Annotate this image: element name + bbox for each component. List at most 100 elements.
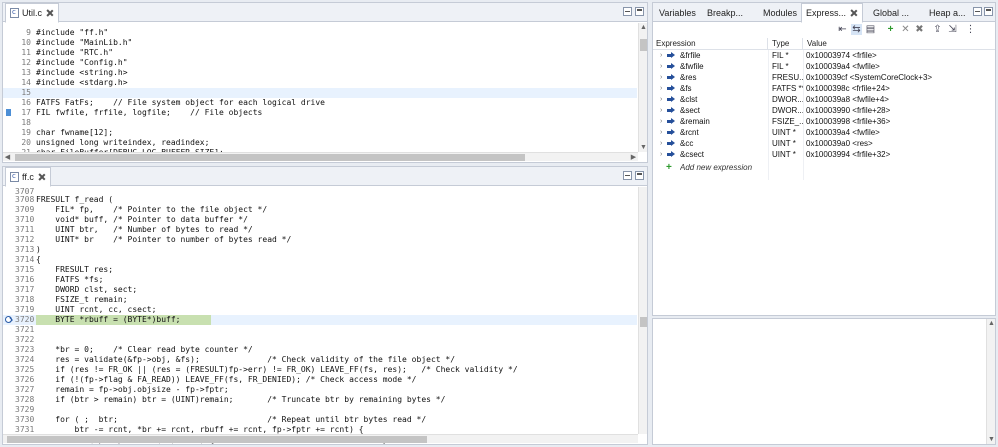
tab-modules[interactable]: Modules xyxy=(759,3,801,22)
tab-ff-c[interactable]: ff.c xyxy=(5,167,51,187)
scroll-down-icon[interactable]: ▼ xyxy=(987,435,995,444)
close-icon[interactable] xyxy=(46,9,54,17)
expression-row[interactable]: › &remain FSIZE_... 0x10003998 <frfile+36> xyxy=(653,116,995,127)
expand-icon[interactable]: › xyxy=(660,105,662,116)
expand-icon[interactable]: › xyxy=(660,149,662,160)
horizontal-scrollbar[interactable]: ◀ ▶ xyxy=(3,152,638,161)
expand-icon[interactable]: › xyxy=(660,50,662,61)
minimize-icon[interactable] xyxy=(973,7,982,16)
pointer-variable-icon xyxy=(667,129,675,135)
tab-global-variables[interactable]: Global ... xyxy=(869,3,913,22)
current-execution-line: 3720 BYTE *rbuff = (BYTE*)buff; xyxy=(3,315,637,325)
minimize-icon[interactable] xyxy=(623,171,632,180)
expression-row[interactable]: › &fwfile FIL * 0x100039a4 <fwfile> xyxy=(653,61,995,72)
add-new-expression[interactable]: + Add new expression xyxy=(653,162,995,173)
pointer-variable-icon xyxy=(667,74,675,80)
scroll-thumb[interactable] xyxy=(7,436,427,443)
editor-tabbar-top: Util.c xyxy=(3,3,647,23)
col-expression[interactable]: Expression xyxy=(653,38,768,50)
instruction-pointer-icon[interactable] xyxy=(5,316,12,323)
code-line: 15 xyxy=(3,88,637,98)
tab-breakpoints[interactable]: Breakp... xyxy=(703,3,747,22)
maximize-icon[interactable] xyxy=(635,171,644,180)
tab-util-c[interactable]: Util.c xyxy=(5,3,59,23)
views-tabbar: Variables Breakp... Modules Express... G… xyxy=(653,3,995,23)
remove-icon[interactable]: ✕ xyxy=(900,24,911,35)
expression-row[interactable]: › &clst DWOR... 0x100039a8 <fwfile+4> xyxy=(653,94,995,105)
tab-heap-label: Heap a... xyxy=(929,7,966,18)
close-icon[interactable] xyxy=(850,9,858,17)
expand-icon[interactable]: › xyxy=(660,138,662,149)
tab-expressions[interactable]: Express... xyxy=(801,3,864,23)
expand-icon[interactable]: › xyxy=(660,127,662,138)
link-icon[interactable]: ⇆ xyxy=(851,24,862,35)
code-line: 3716 FATFS *fs; xyxy=(15,275,104,284)
col-value[interactable]: Value xyxy=(804,38,994,50)
scroll-thumb[interactable] xyxy=(640,39,647,51)
expression-row[interactable]: › &csect UINT * 0x10003994 <frfile+32> xyxy=(653,149,995,160)
code-line: 18 xyxy=(21,118,31,127)
code-line: 3730 for ( ; btr; /* Repeat until btr by… xyxy=(15,415,427,424)
scroll-up-icon[interactable]: ▲ xyxy=(987,319,995,328)
maximize-icon[interactable] xyxy=(635,7,644,16)
scroll-thumb[interactable] xyxy=(15,154,525,161)
expand-icon[interactable]: › xyxy=(660,72,662,83)
scroll-up-icon[interactable]: ▲ xyxy=(639,23,647,32)
col-type[interactable]: Type xyxy=(769,38,803,50)
c-file-icon xyxy=(10,8,19,18)
pointer-variable-icon xyxy=(667,140,675,146)
expand-icon[interactable]: › xyxy=(660,116,662,127)
vertical-scrollbar[interactable]: ▲ ▼ xyxy=(986,319,995,444)
maximize-icon[interactable] xyxy=(984,7,993,16)
pointer-variable-icon xyxy=(667,63,675,69)
vertical-scrollbar[interactable] xyxy=(638,187,647,434)
expression-row[interactable]: › &cc UINT * 0x100039a0 <res> xyxy=(653,138,995,149)
code-line: 3711 UINT btr, /* Number of bytes to rea… xyxy=(15,225,253,234)
close-icon[interactable] xyxy=(38,173,46,181)
scroll-down-icon[interactable]: ▼ xyxy=(639,143,647,152)
code-line: 3724 res = validate(&fp->obj, &fs); /* C… xyxy=(15,355,456,364)
tab-variables[interactable]: Variables xyxy=(655,3,700,22)
horizontal-scrollbar[interactable] xyxy=(3,434,638,443)
expression-row[interactable]: › &sect DWOR... 0x10003990 <frfile+28> xyxy=(653,105,995,116)
scroll-right-icon[interactable]: ▶ xyxy=(629,153,638,162)
expression-detail-pane[interactable]: ▲ ▼ xyxy=(652,318,996,445)
expand-icon[interactable]: › xyxy=(660,83,662,94)
expand-icon[interactable]: › xyxy=(660,94,662,105)
editor-util-c: Util.c 9#include "ff.h" 10#include "Main… xyxy=(2,2,648,163)
scroll-thumb[interactable] xyxy=(640,317,647,327)
tab-util-c-label: Util.c xyxy=(22,8,42,18)
code-line: 16 FATFS FatFs; // File system object for… xyxy=(21,98,325,107)
export-icon[interactable]: ⇪ xyxy=(932,24,943,35)
expand-icon[interactable]: › xyxy=(660,61,662,72)
code-line: 3728 if (btr > remain) btr = (UINT)remai… xyxy=(15,395,446,404)
code-line: 3717 DWORD clst, sect; xyxy=(15,285,138,294)
view-menu-icon[interactable]: ⋮ xyxy=(965,24,976,35)
expression-row[interactable]: › &res FRESU... 0x100039cf <SystemCoreClock… xyxy=(653,72,995,83)
occurrence-marker xyxy=(6,109,11,116)
collapse-all-icon[interactable]: ⇤ xyxy=(837,24,848,35)
pointer-variable-icon xyxy=(667,52,675,58)
tab-variables-label: Variables xyxy=(659,7,696,18)
code-line: 3721 xyxy=(15,325,35,334)
expression-row[interactable]: › &rcnt UINT * 0x100039a4 <fwfile> xyxy=(653,127,995,138)
expression-row[interactable]: › &frfile FIL * 0x10003974 <frfile> xyxy=(653,50,995,61)
remove-all-icon[interactable]: ✖ xyxy=(914,24,925,35)
code-line: 3712 UINT* br /* Pointer to number of by… xyxy=(15,235,292,244)
code-line: 3725 if (res != FR_OK || (res = (FRESULT… xyxy=(15,365,518,374)
vertical-scrollbar[interactable]: ▲ ▼ xyxy=(638,23,647,152)
tab-breakpoints-label: Breakp... xyxy=(707,7,744,18)
expression-row[interactable]: › &fs FATFS ** 0x1000398c <frfile+24> xyxy=(653,83,995,94)
scroll-left-icon[interactable]: ◀ xyxy=(3,153,12,162)
code-line: 3719 UINT rcnt, cc, csect; xyxy=(15,305,157,314)
code-area-top[interactable]: 9 #include "ff.h" 10 #include "MainLib.h" … xyxy=(3,23,647,157)
minimize-icon[interactable] xyxy=(623,7,632,16)
layout-icon[interactable]: ▤ xyxy=(865,24,876,35)
add-icon[interactable]: + xyxy=(885,24,896,35)
tab-heap[interactable]: Heap a... xyxy=(925,3,970,22)
code-line: 10 #include "MainLib.h" xyxy=(21,38,133,47)
code-line: 13 #include <string.h> xyxy=(21,68,128,77)
code-area-bottom[interactable]: 3707 3708 FRESULT f_read ( 3709 FIL* fp, … xyxy=(3,187,647,444)
tab-modules-label: Modules xyxy=(763,7,798,18)
import-icon[interactable]: ⇲ xyxy=(947,24,958,35)
